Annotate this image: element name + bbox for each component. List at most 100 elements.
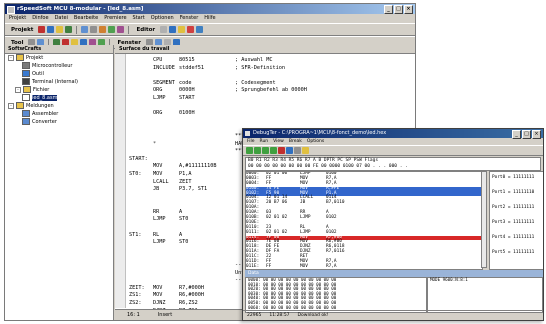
cut-icon[interactable] — [160, 26, 168, 33]
dbg-step-out-icon[interactable] — [270, 147, 277, 154]
tree-node[interactable]: - Fichier — [5, 86, 113, 94]
tree-expander-icon[interactable]: - — [8, 54, 14, 61]
debugger-maximize-button[interactable]: □ — [522, 130, 531, 139]
code-mnemonic: LCALL — [153, 178, 169, 185]
code-mnemonic: * — [153, 140, 157, 147]
tree-node-label: led_8.asm — [32, 95, 58, 101]
menu-item-start[interactable]: Start — [133, 14, 145, 23]
help-icon[interactable] — [196, 26, 204, 33]
tree-node[interactable]: Outil — [5, 70, 113, 78]
tree-node-label: Converter — [32, 119, 57, 125]
ide-title-bar[interactable]: rSpeedSoft MCU 8-modular - [led_8.asm] _… — [5, 4, 415, 14]
save-icon[interactable] — [81, 26, 89, 33]
project-label: Projekt — [11, 26, 34, 33]
tree-expander-icon[interactable]: - — [15, 86, 21, 93]
dbg-run-icon[interactable] — [246, 147, 253, 154]
tree-node[interactable]: Converter — [5, 118, 113, 126]
menu-item-optionen[interactable]: Optionen — [151, 14, 174, 23]
code-label: ZS1: — [129, 292, 142, 299]
ide-menu-bar: Projekt Dinfoe Datei Bearbeite Premiere Start… — [5, 14, 415, 23]
code-operands: P1,A — [179, 170, 192, 177]
menu-item-projekt[interactable]: Projekt — [9, 14, 26, 23]
insert-mode: Insert — [157, 312, 173, 318]
tree-folder-icon — [23, 86, 31, 93]
tree-node-label: Microcontrolleur — [32, 63, 73, 69]
code-mnemonic: JB — [153, 186, 160, 193]
tree-node[interactable]: Terminal (Internal) — [5, 78, 113, 86]
menu-item-dinfoe[interactable]: Dinfoe — [32, 14, 48, 23]
code-mnemonic: MOV — [153, 163, 163, 170]
menu-item-bearbeite[interactable]: Bearbeite — [74, 14, 98, 23]
terminal-view[interactable]: MODE 9600:N:8:1 — [427, 277, 543, 313]
maximize-button[interactable]: □ — [394, 5, 403, 14]
tree-file-icon — [22, 94, 30, 101]
menu-item-datei[interactable]: Datei — [55, 14, 68, 23]
clock-time: 11:28:57 — [269, 313, 290, 318]
font-icon[interactable] — [187, 26, 195, 33]
debugger-close-button[interactable]: × — [532, 130, 541, 139]
code-operands: code — [179, 79, 192, 86]
run-icon[interactable] — [108, 26, 116, 33]
debugger-menu-item-file[interactable]: File — [247, 138, 255, 145]
dbg-stop-icon[interactable] — [278, 147, 285, 154]
disassembly-scrollbar[interactable] — [481, 171, 487, 268]
code-operands: R7,#000H — [179, 284, 204, 291]
open-folder-icon[interactable] — [56, 26, 64, 33]
tree-node[interactable]: Assembler — [5, 110, 113, 118]
code-operands: R6,#000H — [179, 292, 204, 299]
debugger-toolbar — [243, 145, 543, 156]
code-mnemonic: MOV — [153, 284, 163, 291]
dbg-reset-icon[interactable] — [286, 147, 293, 154]
copy-icon[interactable] — [169, 26, 177, 33]
tree-node-label: Fichier — [33, 87, 50, 93]
code-label: ZEIT: — [129, 284, 145, 291]
stop-icon[interactable] — [38, 26, 46, 33]
tree-expander-icon[interactable]: - — [8, 102, 14, 109]
debugger-menu-item-break[interactable]: Break — [289, 138, 302, 145]
debug-icon[interactable] — [99, 26, 107, 33]
minimize-button[interactable]: _ — [384, 5, 393, 14]
menu-item-fenster[interactable]: Fenster — [180, 14, 199, 23]
ide-title: rSpeedSoft MCU 8-modular - [led_8.asm] — [17, 6, 144, 12]
debugger-menu-item-view[interactable]: View — [273, 138, 284, 145]
print-icon[interactable] — [90, 26, 98, 33]
editor-header: Surface du travail — [115, 45, 415, 54]
download-icon[interactable] — [117, 26, 125, 33]
dbg-step-icon[interactable] — [254, 147, 261, 154]
close-button[interactable]: × — [404, 5, 413, 14]
dbg-memory-icon[interactable] — [302, 147, 309, 154]
dbg-breakpoint-icon[interactable] — [294, 147, 301, 154]
app-icon — [7, 6, 15, 14]
debugger-menu-item-options[interactable]: Options — [307, 138, 324, 145]
register-panel: B0 R1 R2 R3 R4 R5 R6 R7 A B DPTR PC SP P… — [245, 157, 541, 171]
code-mnemonic: MOV — [153, 170, 163, 177]
tree-node[interactable]: - Meldungen — [5, 102, 113, 110]
debugger-title-bar[interactable]: DebugTer - C:\PROGRA~1\MCU\8-fonct_demo\… — [243, 129, 543, 139]
memory-view[interactable]: 0000: 00 00 00 00 00 00 00 00 00 00 0010:… — [245, 277, 427, 313]
tree-node[interactable]: Microcontrolleur — [5, 62, 113, 70]
disassembly-view[interactable]: 0000: 02 01 00 LJMP 0100 0003: FF MOV R7,A 0004:… — [245, 171, 483, 270]
tree-doc-icon — [22, 110, 30, 117]
code-mnemonic: ORG — [153, 110, 163, 117]
code-operands: A,#11111110B — [179, 163, 217, 170]
code-operands: ST0 — [179, 216, 189, 223]
dbg-step-over-icon[interactable] — [262, 147, 269, 154]
paste-icon[interactable] — [178, 26, 186, 33]
new-project-icon[interactable] — [47, 26, 55, 33]
code-label: ST0: — [129, 170, 142, 177]
debugger-minimize-button[interactable]: _ — [512, 130, 521, 139]
cursor-position: 16: 1 — [127, 312, 140, 318]
code-comment: ; SFR-Definition — [235, 64, 285, 71]
tree-node[interactable]: - Projekt — [5, 54, 113, 62]
menu-item-hilfe[interactable]: Hilfe — [204, 14, 215, 23]
build-icon[interactable] — [65, 26, 73, 33]
cycle-count: 22965 — [247, 313, 262, 318]
tree-node[interactable]: led_8.asm — [5, 94, 113, 102]
debugger-menu-item-run[interactable]: Run — [260, 138, 269, 145]
code-mnemonic: ORG — [153, 87, 163, 94]
menu-item-premiere[interactable]: Premiere — [104, 14, 126, 23]
code-mnemonic: LJMP — [153, 94, 166, 101]
code-operands: 0000H — [179, 87, 195, 94]
